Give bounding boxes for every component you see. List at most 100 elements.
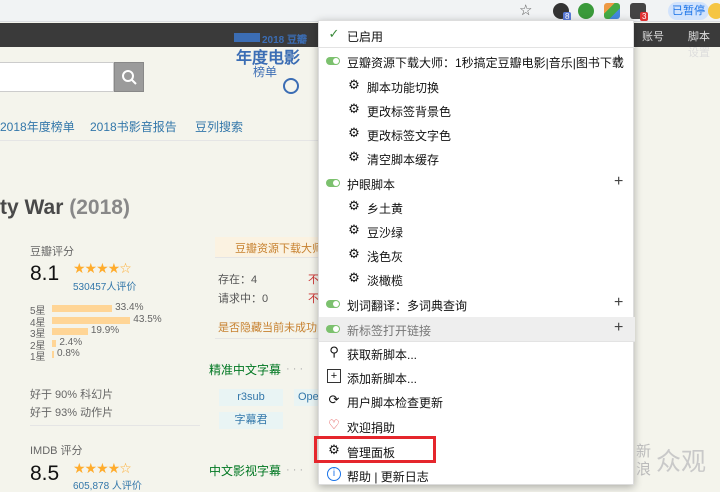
script-toggle[interactable]: [326, 179, 340, 187]
downloader-status-cut: 不: [308, 274, 318, 286]
rating-row-percent: 43.5%: [133, 313, 162, 325]
downloader-requesting: 请求中：0: [218, 293, 269, 305]
paused-button[interactable]: 已暂停: [668, 2, 709, 20]
better-than-action: 好于 93% 动作片: [30, 407, 114, 419]
menu-command[interactable]: ⚙ 淡橄榄: [319, 267, 635, 291]
menu-script-new-tab[interactable]: 新标签打开链接 +: [319, 317, 635, 341]
rating-count[interactable]: 530457人评价: [73, 278, 136, 293]
gear-icon: ⚙: [348, 246, 360, 261]
expand-plus-icon[interactable]: +: [614, 294, 623, 312]
gear-icon: ⚙: [348, 101, 360, 116]
search-icon: ⚲: [329, 344, 339, 359]
nav-doulist-search[interactable]: 豆列搜索: [195, 118, 243, 135]
rating-row-percent: 19.9%: [90, 325, 120, 336]
divider: [215, 338, 318, 339]
menu-get-new-script[interactable]: ⚲ 获取新脚本...: [319, 341, 635, 365]
menu-command[interactable]: ⚙ 清空脚本缓存: [319, 146, 635, 170]
refresh-icon: ⟳: [328, 392, 340, 407]
bookmark-star-icon[interactable]: ☆: [519, 1, 532, 19]
menu-script-translate[interactable]: 划词翻译：多词典查询 +: [319, 292, 635, 316]
tampermonkey-badge: 3: [640, 12, 649, 21]
gear-icon: ⚙: [348, 125, 360, 140]
menu-enabled[interactable]: ✓ 已启用: [319, 23, 635, 47]
menu-check-updates[interactable]: ⟳ 用户脚本检查更新: [319, 389, 635, 413]
divider: [30, 425, 200, 426]
divider: [0, 140, 318, 141]
script-toggle[interactable]: [326, 57, 340, 65]
heart-icon: ♡: [328, 417, 340, 432]
watermark-text: 众观: [656, 448, 707, 476]
extension-icon[interactable]: [578, 3, 594, 19]
menu-help[interactable]: i 帮助 | 更新日志: [319, 463, 635, 487]
menu-donate[interactable]: ♡ 欢迎捐助: [319, 414, 635, 438]
film-subtitle-section-title: 中文影视字幕: [209, 464, 282, 478]
menu-script-douban-downloader[interactable]: 豆瓣资源下载大师：1秒搞定豆瓣电影|音乐|图书下载 +: [319, 49, 635, 73]
browser-toolbar: ☆ 8 3 已暂停: [0, 0, 720, 22]
imdb-score: 8.5: [30, 462, 60, 485]
info-icon: i: [327, 467, 341, 481]
menu-command[interactable]: ⚙ 更改标签文字色: [319, 122, 635, 146]
site-nav-script-settings[interactable]: 脚本设置: [688, 28, 720, 60]
site-nav-account[interactable]: 账号: [642, 28, 664, 44]
dots: · · ·: [286, 363, 304, 375]
rating-row-bar: [52, 305, 113, 312]
nav-annual-report[interactable]: 2018书影音报告: [90, 118, 177, 135]
script-toggle[interactable]: [326, 300, 340, 308]
downloader-exist: 存在：4: [218, 274, 258, 286]
watermark-char: 浪: [636, 461, 652, 478]
subtitle-tag[interactable]: Ope: [294, 389, 318, 406]
rating-row-percent: 0.8%: [57, 348, 80, 359]
menu-script-eye-care[interactable]: 护眼脚本 +: [319, 171, 635, 195]
search-input[interactable]: [0, 62, 114, 92]
movie-title: ty War (2018): [0, 196, 130, 219]
menu-command[interactable]: ⚙ 脚本功能切换: [319, 74, 635, 98]
imdb-stars: ★★★★☆: [73, 460, 132, 476]
rating-row-percent: 33.4%: [115, 302, 144, 313]
banner-film-icon: [283, 78, 299, 94]
downloader-title: 豆瓣资源下载大师: [235, 243, 318, 255]
menu-command[interactable]: ⚙ 浅色灰: [319, 243, 635, 267]
search-button[interactable]: [114, 62, 144, 92]
expand-plus-icon[interactable]: +: [614, 173, 623, 191]
banner-subtitle: 榜单: [253, 65, 278, 79]
rating-row-label: 1星: [30, 352, 46, 363]
imdb-label: IMDB 评分: [30, 445, 83, 457]
rating-row-bar: [52, 328, 88, 335]
downloader-status-cut: 不: [308, 293, 318, 305]
gear-icon: ⚙: [348, 77, 360, 92]
rating-row-percent: 2.4%: [59, 336, 83, 348]
search-icon: [122, 70, 137, 85]
menu-separator: [319, 47, 635, 48]
menu-add-new-script[interactable]: + 添加新脚本...: [319, 365, 635, 389]
menu-command[interactable]: ⚙ 乡土黄: [319, 195, 635, 219]
better-than-scifi: 好于 90% 科幻片: [30, 389, 114, 401]
movie-year: (2018): [69, 196, 130, 219]
annual-banner[interactable]: 2018 豆瓣 年度电影 榜单: [228, 30, 308, 122]
divider: [215, 257, 318, 258]
menu-command[interactable]: ⚙ 豆沙绿: [319, 219, 635, 243]
gear-icon: ⚙: [348, 270, 360, 285]
nav-annual-list[interactable]: 2018年度榜单: [0, 118, 75, 135]
dots: · · ·: [286, 464, 304, 476]
downloader-header: 豆瓣资源下载大师: [215, 237, 318, 257]
add-square-icon: +: [327, 369, 341, 383]
extension-icon[interactable]: [604, 3, 620, 19]
rating-row-bar: [52, 351, 54, 358]
menu-command[interactable]: ⚙ 更改标签背景色: [319, 98, 635, 122]
expand-plus-icon[interactable]: +: [614, 319, 623, 337]
downloader-hide-note[interactable]: 是否隐藏当前未成功的: [218, 319, 318, 335]
rating-label: 豆瓣评分: [30, 246, 74, 258]
script-toggle[interactable]: [326, 325, 340, 333]
gear-icon: ⚙: [348, 222, 360, 237]
gear-icon: ⚙: [348, 198, 360, 213]
tampermonkey-menu: ✓ 已启用 豆瓣资源下载大师：1秒搞定豆瓣电影|音乐|图书下载 + ⚙ 脚本功能…: [318, 20, 635, 487]
subtitle-tag[interactable]: r3sub: [219, 389, 283, 406]
rating-score: 8.1: [30, 262, 60, 285]
profile-avatar[interactable]: [708, 3, 720, 19]
subtitle-tag[interactable]: 字幕君: [219, 412, 283, 429]
rating-row-bar: [52, 339, 57, 347]
rating-row-bar: [52, 316, 131, 324]
subtitle-section-title: 精准中文字幕: [209, 363, 282, 377]
expand-plus-icon[interactable]: +: [614, 51, 623, 69]
check-icon: ✓: [328, 26, 340, 41]
